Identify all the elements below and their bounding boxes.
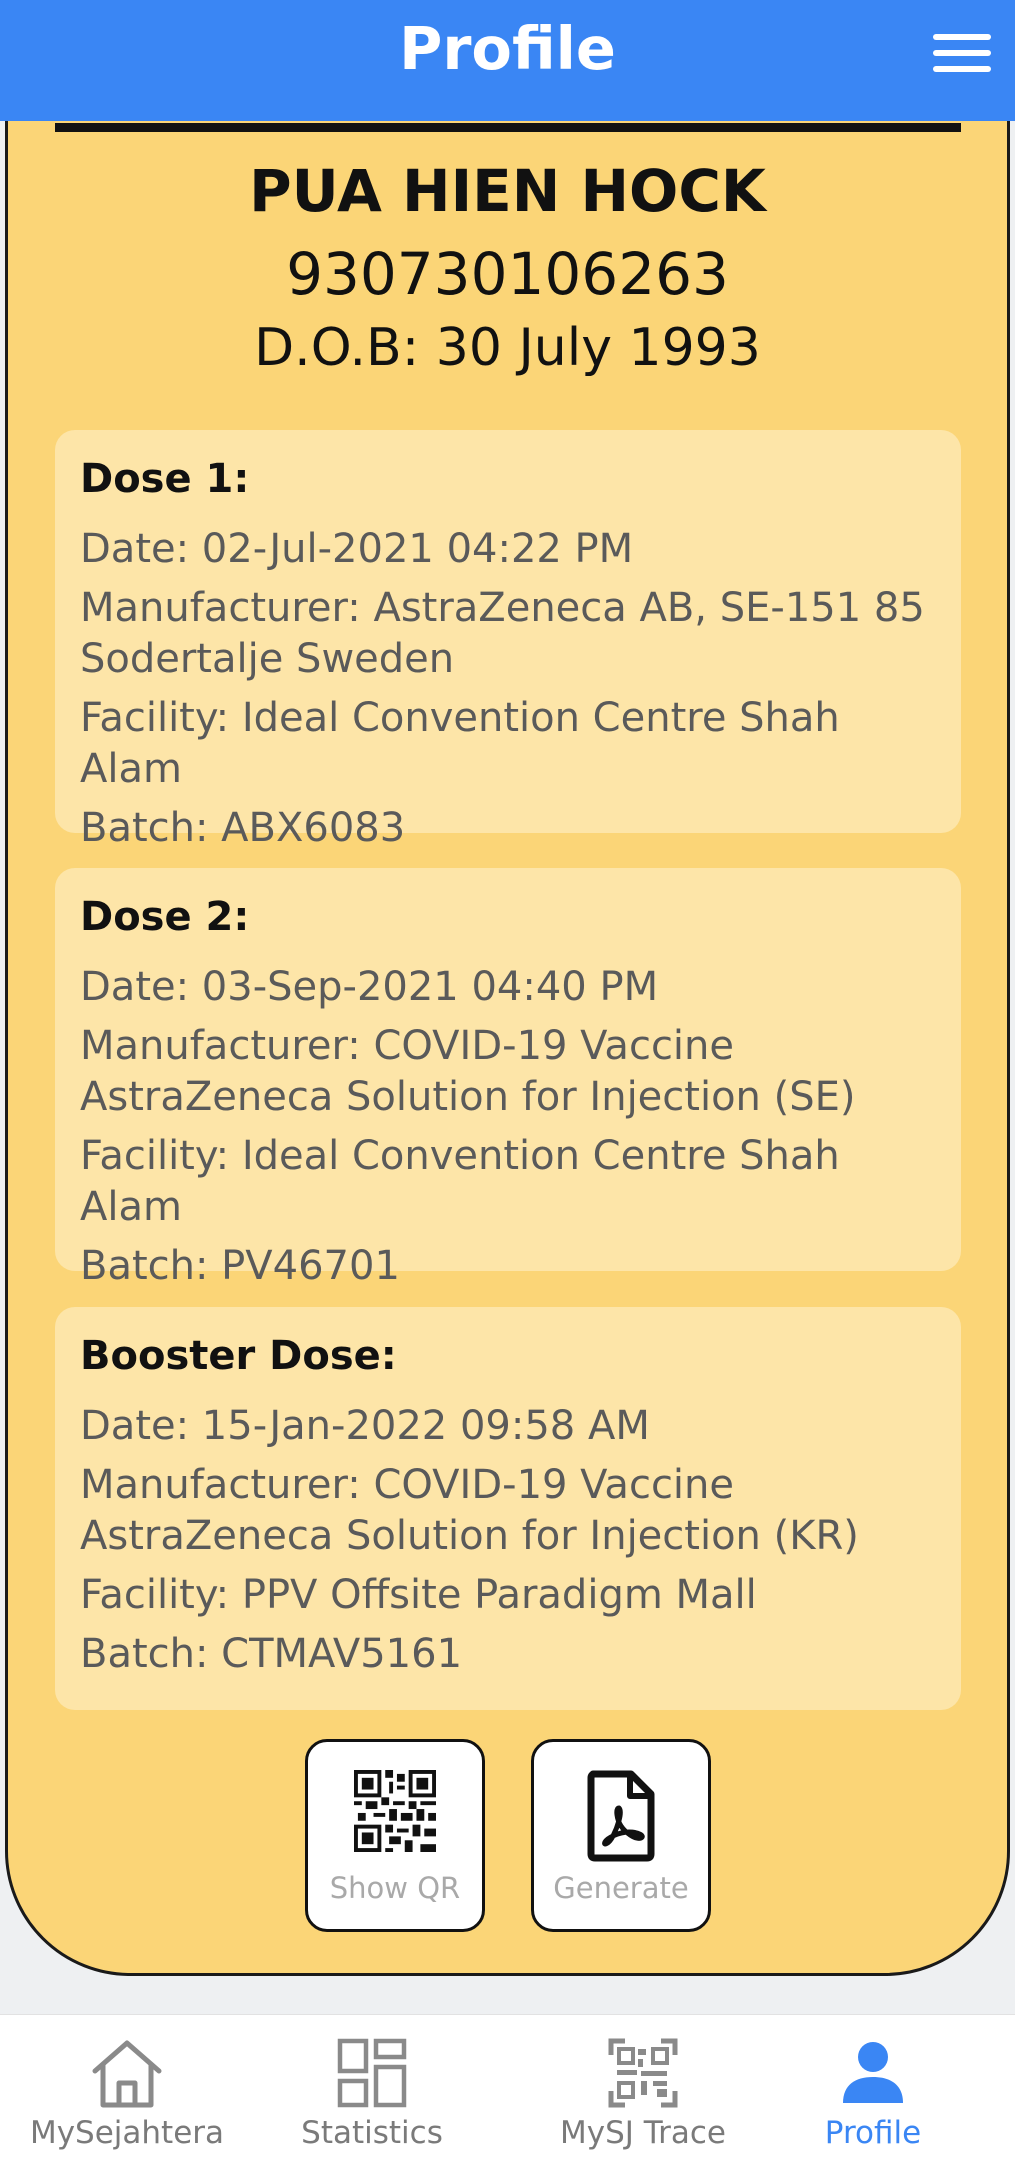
- hamburger-menu-icon[interactable]: [933, 30, 993, 78]
- dose-panel-booster: Booster Dose: Date: 15-Jan-2022 09:58 AM…: [55, 1307, 961, 1710]
- nav-label: MySejahtera: [29, 2115, 225, 2151]
- generate-label: Generate: [553, 1871, 689, 1905]
- dose-batch: Batch: ABX6083: [80, 805, 406, 851]
- nav-item-mysejahtera[interactable]: MySejahtera: [0, 2015, 254, 2162]
- person-icon: [837, 2037, 909, 2113]
- card-divider: [55, 123, 961, 132]
- nav-label: Profile: [824, 2115, 922, 2151]
- dose-title: Dose 1:: [80, 456, 250, 502]
- dose-facility: Facility: Ideal Convention Centre Shah A…: [80, 695, 840, 792]
- dose-date: Date: 03-Sep-2021 04:40 PM: [80, 964, 659, 1010]
- nav-item-statistics[interactable]: Statistics: [254, 2015, 490, 2162]
- nav-label: MySJ Trace: [559, 2115, 726, 2151]
- nav-label: Statistics: [301, 2115, 443, 2151]
- nav-item-mysj-trace[interactable]: MySJ Trace: [516, 2015, 770, 2162]
- dose-panel-2: Dose 2: Date: 03-Sep-2021 04:40 PM Manuf…: [55, 868, 961, 1289]
- dose-manufacturer-cont: AstraZeneca Solution for Injection (SE): [80, 1074, 856, 1120]
- dose-date: Date: 15-Jan-2022 09:58 AM: [80, 1403, 650, 1449]
- generate-button[interactable]: Generate: [531, 1739, 711, 1932]
- person-name: PUA HIEN HOCK: [249, 157, 766, 225]
- person-dob: D.O.B: 30 July 1993: [254, 318, 761, 378]
- dose-manufacturer: Manufacturer: AstraZeneca AB, SE-151 85: [80, 585, 925, 631]
- dose-batch: Batch: PV46701: [80, 1243, 400, 1289]
- qr-trace-icon: [607, 2037, 679, 2113]
- dose-facility: Facility: PPV Offsite Paradigm Mall: [80, 1572, 757, 1618]
- dose-manufacturer-cont: AstraZeneca Solution for Injection (KR): [80, 1513, 859, 1559]
- page-title: Profile: [399, 14, 616, 83]
- home-icon: [87, 2037, 167, 2113]
- grid-icon: [336, 2037, 408, 2113]
- show-qr-button[interactable]: Show QR: [305, 1739, 485, 1932]
- dose-date: Date: 02-Jul-2021 04:22 PM: [80, 526, 634, 572]
- dose-title: Booster Dose:: [80, 1333, 397, 1379]
- app-header: Profile: [0, 0, 1015, 121]
- dose-batch: Batch: CTMAV5161: [80, 1631, 463, 1677]
- qr-code-icon: [354, 1770, 436, 1856]
- person-id-number: 930730106263: [286, 240, 729, 308]
- show-qr-label: Show QR: [329, 1871, 461, 1905]
- dose-manufacturer-cont: Sodertalje Sweden: [80, 636, 455, 682]
- dose-manufacturer: Manufacturer: COVID-19 Vaccine: [80, 1023, 735, 1069]
- dose-manufacturer: Manufacturer: COVID-19 Vaccine: [80, 1462, 735, 1508]
- dose-facility: Facility: Ideal Convention Centre Shah A…: [80, 1133, 840, 1230]
- pdf-document-icon: [585, 1770, 657, 1866]
- bottom-nav: MySejahtera Statistics MySJ Trace Profil…: [0, 2014, 1015, 2162]
- nav-item-profile[interactable]: Profile: [746, 2015, 1000, 2162]
- dose-panel-1: Dose 1: Date: 02-Jul-2021 04:22 PM Manuf…: [55, 430, 961, 851]
- app-screen: Profile PUA HIEN HOCK 930730106263 D.O.B…: [0, 0, 1015, 2162]
- dose-title: Dose 2:: [80, 894, 250, 940]
